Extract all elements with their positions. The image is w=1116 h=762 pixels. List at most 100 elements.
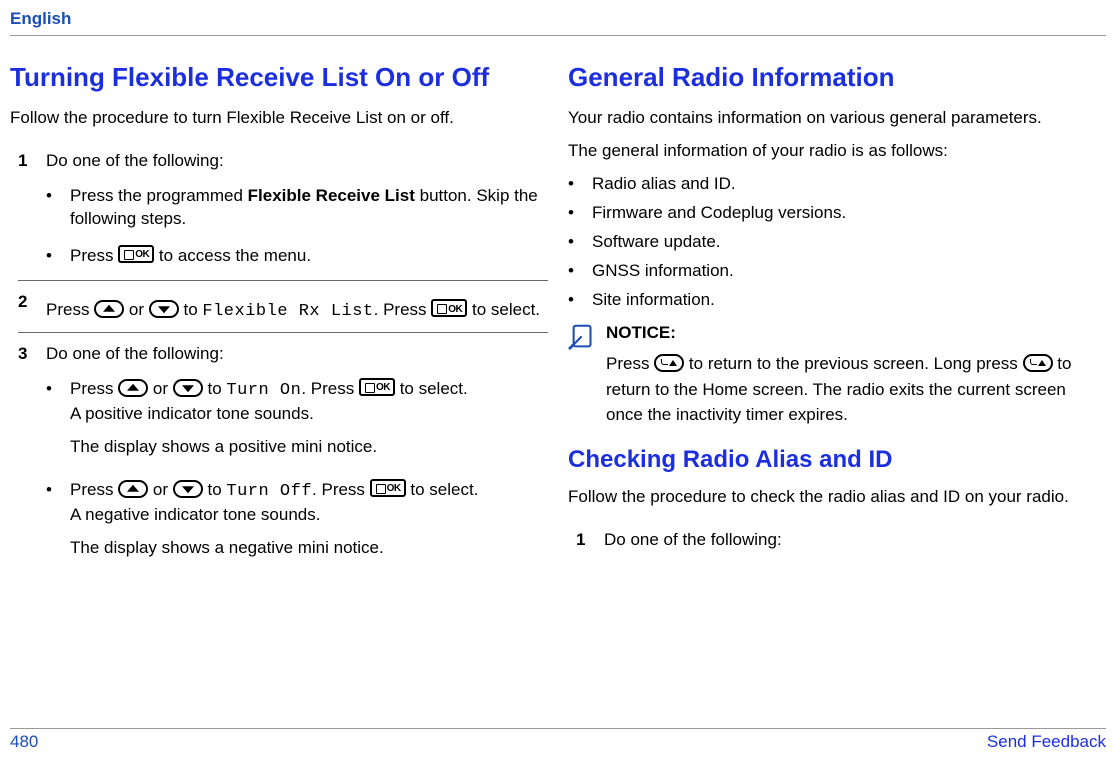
step-1: 1 Do one of the following: • Press the p… (18, 140, 548, 281)
general-info-list: •Radio alias and ID. •Firmware and Codep… (568, 173, 1106, 312)
bullet-marker: • (46, 479, 70, 566)
step3-options: • Press or to Turn On. Press to select. … (46, 378, 548, 566)
list-item: •Site information. (568, 289, 1106, 312)
bullet-marker: • (46, 245, 70, 268)
back-home-button-icon (654, 354, 684, 372)
step-number: 1 (18, 150, 46, 272)
step-2: 2 Press or to Flexible Rx List. Press to… (18, 281, 548, 334)
menu-option-label: Turn Off (226, 482, 312, 501)
bullet-marker: • (568, 231, 592, 254)
bullet-marker: • (46, 378, 70, 465)
intro-paragraph: Follow the procedure to turn Flexible Re… (10, 107, 548, 130)
nav-up-button-icon (94, 300, 124, 318)
menu-ok-button-icon (118, 245, 154, 263)
menu-option-label: Turn On (226, 381, 301, 400)
list-text: GNSS information. (592, 260, 1106, 283)
page-footer: 480 Send Feedback (10, 728, 1106, 754)
step-lead: Do one of the following: (604, 530, 782, 549)
list-text: Software update. (592, 231, 1106, 254)
text: Press (70, 379, 118, 398)
result-text: The display shows a negative mini notice… (70, 537, 548, 560)
text: or (153, 480, 173, 499)
nav-up-button-icon (118, 480, 148, 498)
bullet-marker: • (568, 260, 592, 283)
bullet-marker: • (568, 173, 592, 196)
menu-option-label: Flexible Rx List (202, 302, 373, 321)
bullet-marker: • (568, 202, 592, 225)
text: to select. (472, 300, 540, 319)
bold-label: Flexible Receive List (248, 186, 415, 205)
notice-block: NOTICE: Press to return to the previous … (568, 320, 1106, 428)
step-lead: Do one of the following: (46, 151, 224, 170)
step-number: 2 (18, 291, 46, 325)
subsection-title-alias-id: Checking Radio Alias and ID (568, 444, 1106, 476)
list-item: •Software update. (568, 231, 1106, 254)
step1-options: • Press the programmed Flexible Receive … (46, 185, 548, 268)
text: . Press (312, 480, 370, 499)
nav-up-button-icon (118, 379, 148, 397)
paragraph: Your radio contains information on vario… (568, 107, 1106, 130)
text: to select. (400, 379, 468, 398)
bullet-marker: • (46, 185, 70, 231)
text: Press (606, 354, 654, 373)
paragraph: Follow the procedure to check the radio … (568, 486, 1106, 509)
text: to (208, 480, 227, 499)
list-item: •GNSS information. (568, 260, 1106, 283)
step-body: Press or to Flexible Rx List. Press to s… (46, 291, 548, 325)
step-body: Do one of the following: (604, 529, 1106, 552)
result-text: A negative indicator tone sounds. (70, 505, 320, 524)
section-title-general-radio: General Radio Information (568, 60, 1106, 95)
list-item: •Radio alias and ID. (568, 173, 1106, 196)
text: . Press (374, 300, 432, 319)
text: to access the menu. (159, 246, 311, 265)
section-title-flexible-receive: Turning Flexible Receive List On or Off (10, 60, 548, 95)
text: to select. (410, 480, 478, 499)
bullet-body: Press or to Turn On. Press to select. A … (70, 378, 548, 465)
text: . Press (301, 379, 359, 398)
bullet-body: Press the programmed Flexible Receive Li… (70, 185, 548, 231)
result-text: A positive indicator tone sounds. (70, 404, 314, 423)
notice-text: Press to return to the previous screen. … (606, 351, 1106, 428)
text: to return to the previous screen. Long p… (689, 354, 1023, 373)
step-lead: Do one of the following: (46, 344, 224, 363)
text: or (153, 379, 173, 398)
list-text: Firmware and Codeplug versions. (592, 202, 1106, 225)
list-text: Radio alias and ID. (592, 173, 1106, 196)
option-press-menu: • Press to access the menu. (46, 245, 548, 268)
procedure-steps: 1 Do one of the following: • Press the p… (10, 140, 548, 578)
notice-body: NOTICE: Press to return to the previous … (606, 320, 1106, 428)
notice-label: NOTICE: (606, 320, 1106, 346)
left-column: Turning Flexible Receive List On or Off … (10, 60, 548, 578)
alias-id-steps: 1 Do one of the following: (568, 519, 1106, 560)
send-feedback-link[interactable]: Send Feedback (987, 731, 1106, 754)
list-text: Site information. (592, 289, 1106, 312)
nav-down-button-icon (173, 480, 203, 498)
content-columns: Turning Flexible Receive List On or Off … (10, 38, 1106, 578)
page-header-language: English (10, 8, 1106, 36)
bullet-marker: • (568, 289, 592, 312)
bullet-body: Press to access the menu. (70, 245, 548, 268)
back-home-button-icon (1023, 354, 1053, 372)
text: Press (70, 480, 118, 499)
text: Press (70, 246, 118, 265)
step-3: 3 Do one of the following: • Press or to… (18, 333, 548, 578)
menu-ok-button-icon (431, 299, 467, 317)
option-turn-on: • Press or to Turn On. Press to select. … (46, 378, 548, 465)
step-number: 1 (576, 529, 604, 552)
text: or (129, 300, 149, 319)
right-column: General Radio Information Your radio con… (568, 60, 1106, 578)
step-body: Do one of the following: • Press or to T… (46, 343, 548, 570)
paragraph: The general information of your radio is… (568, 140, 1106, 163)
page-number: 480 (10, 731, 38, 754)
list-item: •Firmware and Codeplug versions. (568, 202, 1106, 225)
option-programmed-button: • Press the programmed Flexible Receive … (46, 185, 548, 231)
step-body: Do one of the following: • Press the pro… (46, 150, 548, 272)
option-turn-off: • Press or to Turn Off. Press to select.… (46, 479, 548, 566)
result-text: The display shows a positive mini notice… (70, 436, 548, 459)
text: Press (46, 300, 94, 319)
step-number: 3 (18, 343, 46, 570)
text: to (184, 300, 203, 319)
text: Press the programmed (70, 186, 248, 205)
bullet-body: Press or to Turn Off. Press to select. A… (70, 479, 548, 566)
text: to (208, 379, 227, 398)
